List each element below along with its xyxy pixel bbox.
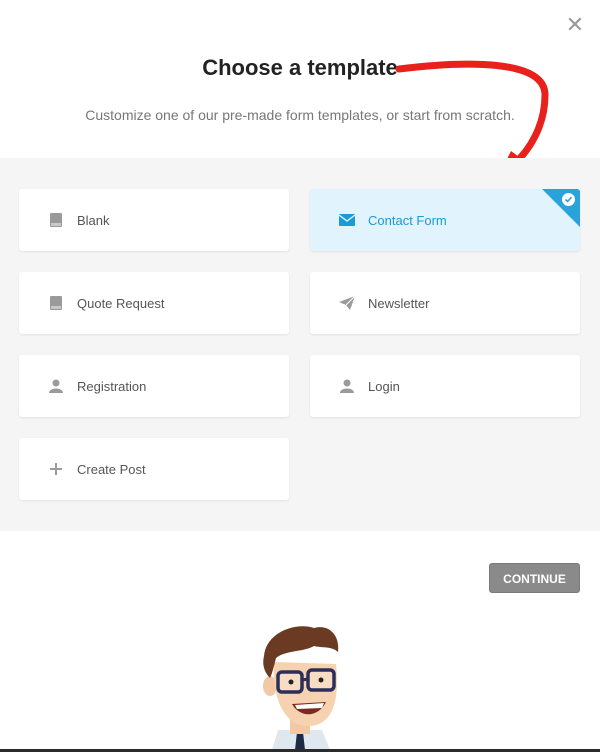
- plus-icon: [47, 460, 65, 478]
- template-label: Create Post: [77, 461, 146, 477]
- template-grid: Blank Contact Form Quote Request Newslet…: [0, 158, 600, 531]
- template-card-login[interactable]: Login: [310, 355, 580, 417]
- template-card-blank[interactable]: Blank: [19, 189, 289, 251]
- selected-corner-badge: [542, 189, 580, 227]
- mascot-illustration: [263, 626, 339, 750]
- template-label: Quote Request: [77, 295, 165, 311]
- envelope-icon: [338, 211, 356, 229]
- book-icon: [47, 294, 65, 312]
- template-label: Registration: [77, 378, 147, 394]
- template-label: Login: [368, 378, 400, 394]
- paper-plane-icon: [338, 294, 356, 312]
- check-icon: [562, 193, 575, 206]
- template-label: Newsletter: [368, 295, 430, 311]
- template-card-registration[interactable]: Registration: [19, 355, 289, 417]
- template-card-create-post[interactable]: Create Post: [19, 438, 289, 500]
- book-icon: [47, 211, 65, 229]
- user-icon: [338, 377, 356, 395]
- template-label: Contact Form: [368, 212, 447, 228]
- template-card-contact-form[interactable]: Contact Form: [310, 189, 580, 251]
- continue-button[interactable]: CONTINUE: [489, 563, 580, 593]
- template-card-newsletter[interactable]: Newsletter: [310, 272, 580, 334]
- template-card-quote-request[interactable]: Quote Request: [19, 272, 289, 334]
- template-label: Blank: [77, 212, 110, 228]
- close-icon[interactable]: ✕: [564, 14, 586, 36]
- user-icon: [47, 377, 65, 395]
